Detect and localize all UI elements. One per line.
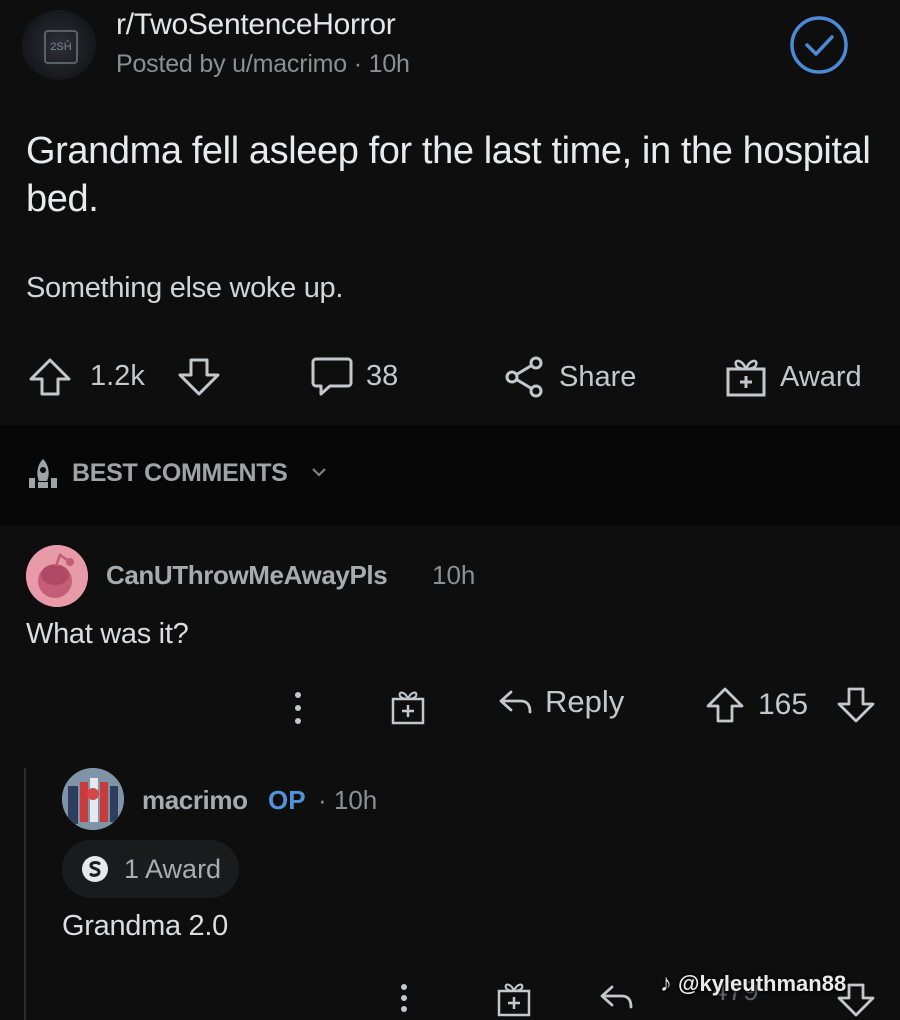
chevron-down-icon[interactable] (310, 466, 328, 478)
thread-line[interactable] (24, 768, 26, 1020)
watermark: ♪ @kyleuthman88 (660, 970, 846, 998)
subreddit-name[interactable]: r/TwoSentenceHorror (116, 8, 396, 42)
avatar[interactable] (62, 768, 124, 830)
tiktok-icon: ♪ (660, 970, 672, 997)
downvote-icon[interactable] (176, 357, 222, 397)
downvote-icon[interactable] (836, 686, 876, 724)
more-options-icon[interactable] (398, 982, 410, 1014)
award-badge[interactable]: 1 Award (62, 840, 240, 898)
snoo-avatar-icon (26, 545, 88, 607)
share-icon (503, 355, 547, 399)
rocket-icon (26, 456, 60, 490)
comments-button[interactable]: 38 (310, 355, 398, 397)
share-button[interactable]: Share (503, 355, 636, 399)
reply-arrow-icon[interactable] (598, 982, 634, 1012)
comment-author[interactable]: macrimo (142, 785, 248, 816)
gift-icon[interactable] (390, 688, 426, 726)
comment-bubble-icon (310, 355, 354, 397)
gift-icon[interactable] (496, 980, 532, 1018)
subreddit-avatar-icon: 2SĤ (44, 30, 78, 64)
sort-label[interactable]: BEST COMMENTS (72, 459, 288, 488)
reply-label: Reply (545, 684, 625, 719)
check-circle-icon[interactable] (789, 15, 849, 75)
post-body: Something else woke up. (26, 272, 344, 304)
op-badge: OP (268, 785, 306, 815)
watermark-handle: @kyleuthman88 (678, 971, 847, 996)
comment-author[interactable]: CanUThrowMeAwayPls (106, 560, 388, 591)
award-button[interactable]: Award (724, 355, 862, 399)
reply-button[interactable]: Reply (497, 684, 624, 720)
comment-time: · 10h (318, 785, 378, 815)
user-avatar-icon (62, 768, 124, 830)
comment-score: 165 (758, 688, 809, 721)
upvote-icon[interactable] (27, 357, 73, 397)
post-title[interactable]: Grandma fell asleep for the last time, i… (26, 127, 886, 223)
silver-award-icon (80, 854, 110, 884)
comment-time: 10h (432, 560, 476, 590)
post-score: 1.2k (90, 360, 145, 392)
upvote-icon[interactable] (705, 686, 745, 724)
award-label: Award (780, 360, 862, 393)
subreddit-avatar[interactable]: 2SĤ (22, 10, 96, 80)
post-meta: Posted by u/macrimo · 10h (116, 50, 410, 78)
comments-count: 38 (366, 359, 399, 392)
gift-icon (724, 355, 768, 399)
comment-body: What was it? (26, 618, 189, 650)
share-label: Share (559, 360, 637, 393)
award-count: 1 Award (124, 853, 222, 884)
avatar[interactable] (26, 545, 88, 607)
comment-body: Grandma 2.0 (62, 910, 228, 942)
more-options-icon[interactable] (292, 690, 304, 726)
reply-arrow-icon (497, 687, 533, 717)
